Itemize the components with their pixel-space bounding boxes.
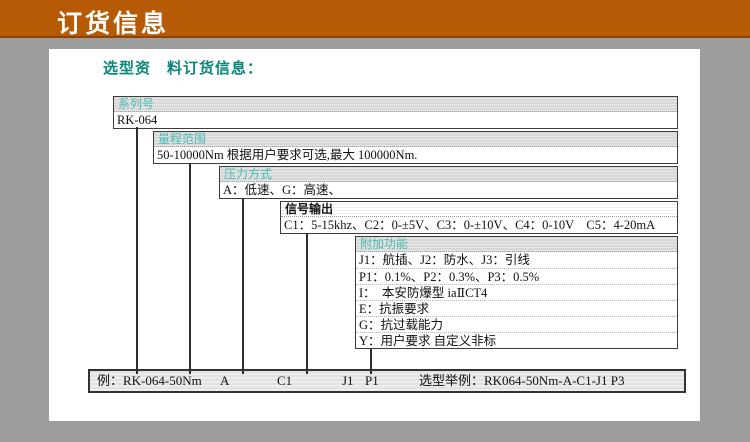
example-code-c1: C1 (277, 371, 292, 391)
box-range-label: 量程范围 (154, 132, 677, 147)
box-addon-row-j: J1：航插、J2：防水、J3：引线 (356, 252, 677, 268)
section-subtitle: 选型资 料订货信息： (103, 57, 263, 78)
page-background: 订货信息 选型资 料订货信息： 系列号 RK-064 量程范围 50-10000… (0, 0, 750, 442)
connector-line-pressure (242, 199, 244, 374)
box-addon-row-i: I： 本安防爆型 iaⅡCT4 (356, 284, 677, 300)
box-range: 量程范围 50-10000Nm 根据用户要求可选,最大 100000Nm. (153, 131, 678, 164)
box-addon-row-g: G：抗过载能力 (356, 316, 677, 332)
header-bar: 订货信息 (0, 0, 750, 38)
box-signal: 信号输出 C1：5-15khz、C2：0-±5V、C3：0-±10V、C4：0-… (280, 201, 678, 234)
box-range-value: 50-10000Nm 根据用户要求可选,最大 100000Nm. (154, 147, 677, 163)
box-series: 系列号 RK-064 (113, 96, 678, 129)
box-pressure-value: A：低速、G：高速、 (220, 182, 677, 198)
example-box: 例：RK-064-50Nm A C1 J1 P1 选型举例：RK064-50Nm… (88, 369, 686, 393)
box-addon-label: 附加功能 (356, 237, 677, 252)
page-title: 订货信息 (57, 4, 169, 40)
box-series-label: 系列号 (114, 97, 677, 112)
connector-line-addon (370, 349, 372, 374)
example-code-j1: J1 (342, 371, 354, 391)
box-addon-row-p: P1：0.1%、P2：0.3%、P3：0.5% (356, 268, 677, 284)
addon-row-i-post: ⅡCT4 (457, 286, 488, 300)
box-addon: 附加功能 J1：航插、J2：防水、J3：引线 P1：0.1%、P2：0.3%、P… (355, 236, 678, 349)
connector-line-range (189, 163, 191, 374)
box-addon-row-y: Y：用户要求 自定义非标 (356, 332, 677, 348)
example-result: 选型举例：RK064-50Nm-A-C1-J1 P3 (419, 371, 624, 391)
addon-row-i-mark: ia (448, 286, 457, 300)
box-series-value: RK-064 (114, 112, 677, 128)
box-signal-value: C1：5-15khz、C2：0-±5V、C3：0-±10V、C4：0-10V C… (281, 217, 677, 233)
connector-line-series (136, 127, 138, 374)
box-signal-label: 信号输出 (281, 202, 677, 217)
connector-line-signal (306, 233, 308, 374)
example-code-p1: P1 (365, 371, 379, 391)
box-pressure: 压力方式 A：低速、G：高速、 (219, 166, 678, 199)
example-prefix: 例：RK-064-50Nm (97, 371, 202, 391)
box-pressure-label: 压力方式 (220, 167, 677, 182)
box-addon-row-e: E：抗振要求 (356, 300, 677, 316)
content-area: 选型资 料订货信息： 系列号 RK-064 量程范围 50-10000Nm 根据… (49, 49, 700, 421)
addon-row-i-pre: I： 本安防爆型 (359, 286, 448, 300)
example-code-a: A (220, 371, 229, 391)
